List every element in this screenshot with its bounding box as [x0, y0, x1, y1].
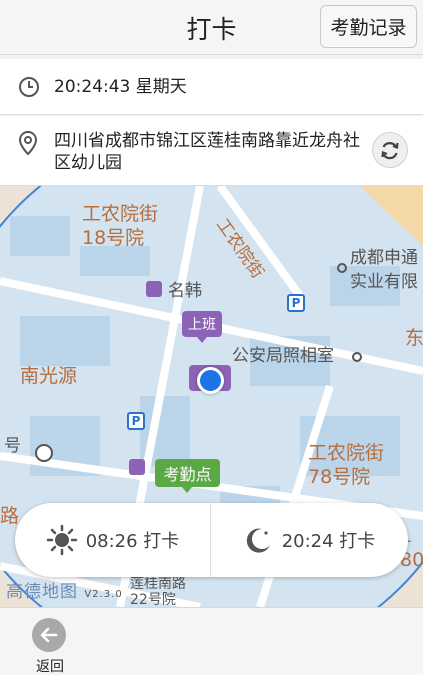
building-poi-icon [35, 444, 53, 462]
map-label-company: 成都申通 实业有限 [350, 248, 418, 292]
parking-icon: P [127, 412, 145, 430]
punch-bar: 08:26 打卡 20:24 打卡 [15, 503, 408, 577]
map-brand-version: V2.3.0 [84, 589, 123, 600]
refresh-location-button[interactable] [372, 132, 408, 168]
refresh-icon [381, 142, 399, 160]
map-brand-logo: 高德地图 V2.3.0 [6, 577, 123, 602]
parking-icon: P [287, 294, 305, 312]
map-label-lianguinanlu: 莲桂南路 22号院 [130, 576, 186, 607]
map-label-nanguangyuan: 南光源 [20, 365, 78, 387]
checkpoint-marker-label: 考勤点 [163, 465, 212, 484]
time-row: 20:24:43 星期天 [0, 59, 423, 115]
police-poi-icon [352, 352, 362, 362]
on-duty-punch-label: 08:26 打卡 [85, 531, 180, 552]
current-time: 20:24:43 星期天 [54, 77, 187, 97]
location-row: 四川省成都市锦江区莲桂南路靠近龙舟社区幼儿园 [0, 116, 423, 186]
on-duty-marker-label: 上班 [188, 317, 216, 333]
map-label-police: 公安局照相室 [232, 346, 334, 366]
current-address: 四川省成都市锦江区莲桂南路靠近龙舟社区幼儿园 [54, 131, 360, 173]
back-arrow-icon [40, 627, 58, 643]
checkpoint-marker[interactable]: 考勤点 [155, 459, 220, 487]
map-label-minghan: 名韩 [168, 281, 202, 301]
on-duty-marker-tail [197, 337, 207, 343]
location-pin-icon [18, 130, 38, 160]
shopping-poi-icon [146, 281, 162, 297]
map-label-dong: 东 [405, 327, 423, 349]
off-duty-punch-button[interactable]: 20:24 打卡 [211, 503, 406, 577]
checkpoint-marker-tail [182, 487, 192, 493]
on-duty-marker[interactable]: 上班 [182, 311, 222, 337]
map-brand-name: 高德地图 [6, 582, 78, 602]
off-duty-punch-label: 20:24 打卡 [281, 531, 376, 552]
map-label-street-18: 工农院街 18号院 [82, 203, 159, 249]
on-duty-punch-button[interactable]: 08:26 打卡 [15, 503, 210, 577]
back-label: 返回 [36, 659, 64, 675]
sun-icon [46, 524, 77, 556]
back-button[interactable] [32, 618, 66, 652]
map-label-number: 号 [4, 436, 21, 456]
moon-icon [246, 528, 270, 553]
attendance-records-button[interactable]: 考勤记录 [320, 5, 417, 48]
shopping-poi-icon [129, 459, 145, 475]
bottom-bar: 返回 [0, 607, 423, 675]
map-label-street-78: 工农院街 78号院 [308, 442, 385, 488]
my-location-dot [197, 367, 224, 394]
company-poi-icon [337, 263, 347, 273]
clock-icon [18, 76, 40, 102]
title-bar: 打卡 考勤记录 [0, 0, 423, 55]
